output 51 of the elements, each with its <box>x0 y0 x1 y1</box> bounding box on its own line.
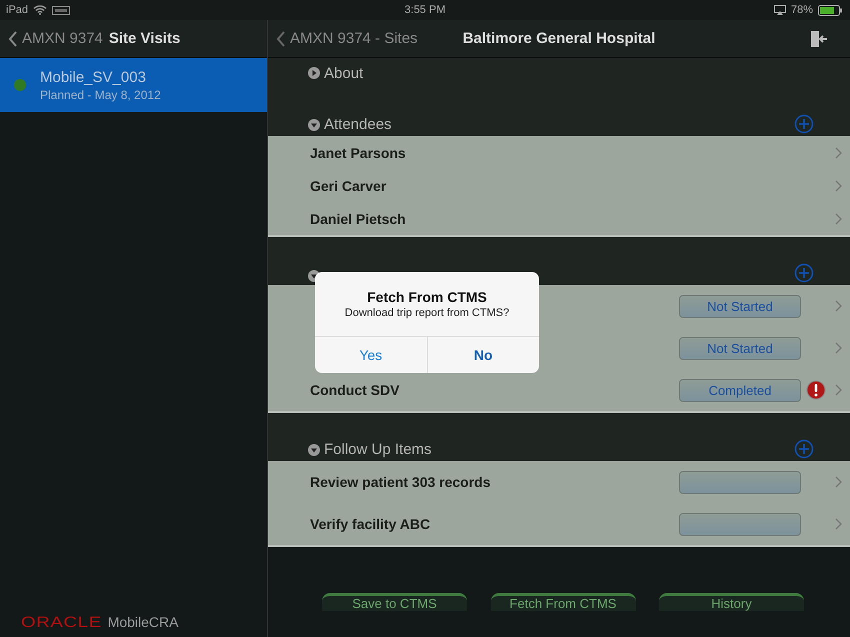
dialog-title: Fetch From CTMS <box>367 289 487 305</box>
site-visit-item[interactable]: Mobile_SV_003 Planned - May 8, 2012 <box>0 58 267 112</box>
brand-logo: ORACLE <box>21 614 102 631</box>
section-toggle[interactable]: Follow Up Items <box>308 441 432 461</box>
nav-title: Site Visits <box>108 30 180 47</box>
product-name: MobileCRA <box>108 614 178 630</box>
action-button[interactable]: Save to CTMS <box>322 593 467 611</box>
row-title: Verify facility ABC <box>310 516 430 532</box>
visit-subtitle: Planned - May 8, 2012 <box>40 88 161 102</box>
chevron-icon <box>835 146 842 158</box>
section-toggle[interactable]: Attendees <box>308 116 392 136</box>
dialog-button[interactable]: Yes <box>315 337 428 373</box>
chevron-icon <box>835 518 842 530</box>
row-title: Daniel Pietsch <box>310 210 406 226</box>
disclosure-icon <box>308 118 320 130</box>
chevron-icon <box>835 212 842 224</box>
back-chevron-icon <box>276 30 286 46</box>
disclosure-icon <box>308 444 320 456</box>
section-toggle[interactable]: About <box>308 64 364 82</box>
row-title: Conduct SDV <box>310 382 400 398</box>
chevron-icon <box>835 476 842 488</box>
nav-title: Baltimore General Hospital <box>462 30 656 47</box>
chevron-icon <box>835 384 842 396</box>
dialog-message: Download trip report from CTMS? <box>344 307 510 319</box>
row-title: Review patient 303 records <box>310 474 491 490</box>
vpn-icon <box>52 6 70 14</box>
chevron-icon <box>835 300 842 312</box>
add-icon[interactable] <box>794 263 814 283</box>
battery-percent: 78% <box>790 4 813 16</box>
clock-label: 3:55 PM <box>404 4 446 16</box>
add-icon[interactable] <box>794 439 814 459</box>
airplay-icon <box>774 5 786 15</box>
disclosure-icon <box>308 67 320 79</box>
carrier-label: iPad <box>6 4 28 16</box>
battery-icon <box>818 4 844 16</box>
visit-title: Mobile_SV_003 <box>40 68 147 86</box>
status-pill[interactable] <box>679 512 801 536</box>
back-chevron-icon <box>8 30 18 46</box>
chevron-icon <box>835 180 842 192</box>
row-title: Geri Carver <box>310 178 386 194</box>
back-button[interactable]: AMXN 9374 <box>0 30 103 47</box>
back-button[interactable]: AMXN 9374 - Sites <box>268 30 418 47</box>
action-button[interactable]: History <box>659 593 804 611</box>
wifi-icon <box>33 5 48 15</box>
dialog-button[interactable]: No <box>428 337 539 373</box>
action-button[interactable]: Fetch From CTMS <box>490 593 636 611</box>
logout-icon[interactable] <box>810 30 828 48</box>
status-pill[interactable] <box>679 470 801 494</box>
row-title: Janet Parsons <box>310 144 406 160</box>
add-icon[interactable] <box>794 114 814 134</box>
chevron-icon <box>835 342 842 354</box>
